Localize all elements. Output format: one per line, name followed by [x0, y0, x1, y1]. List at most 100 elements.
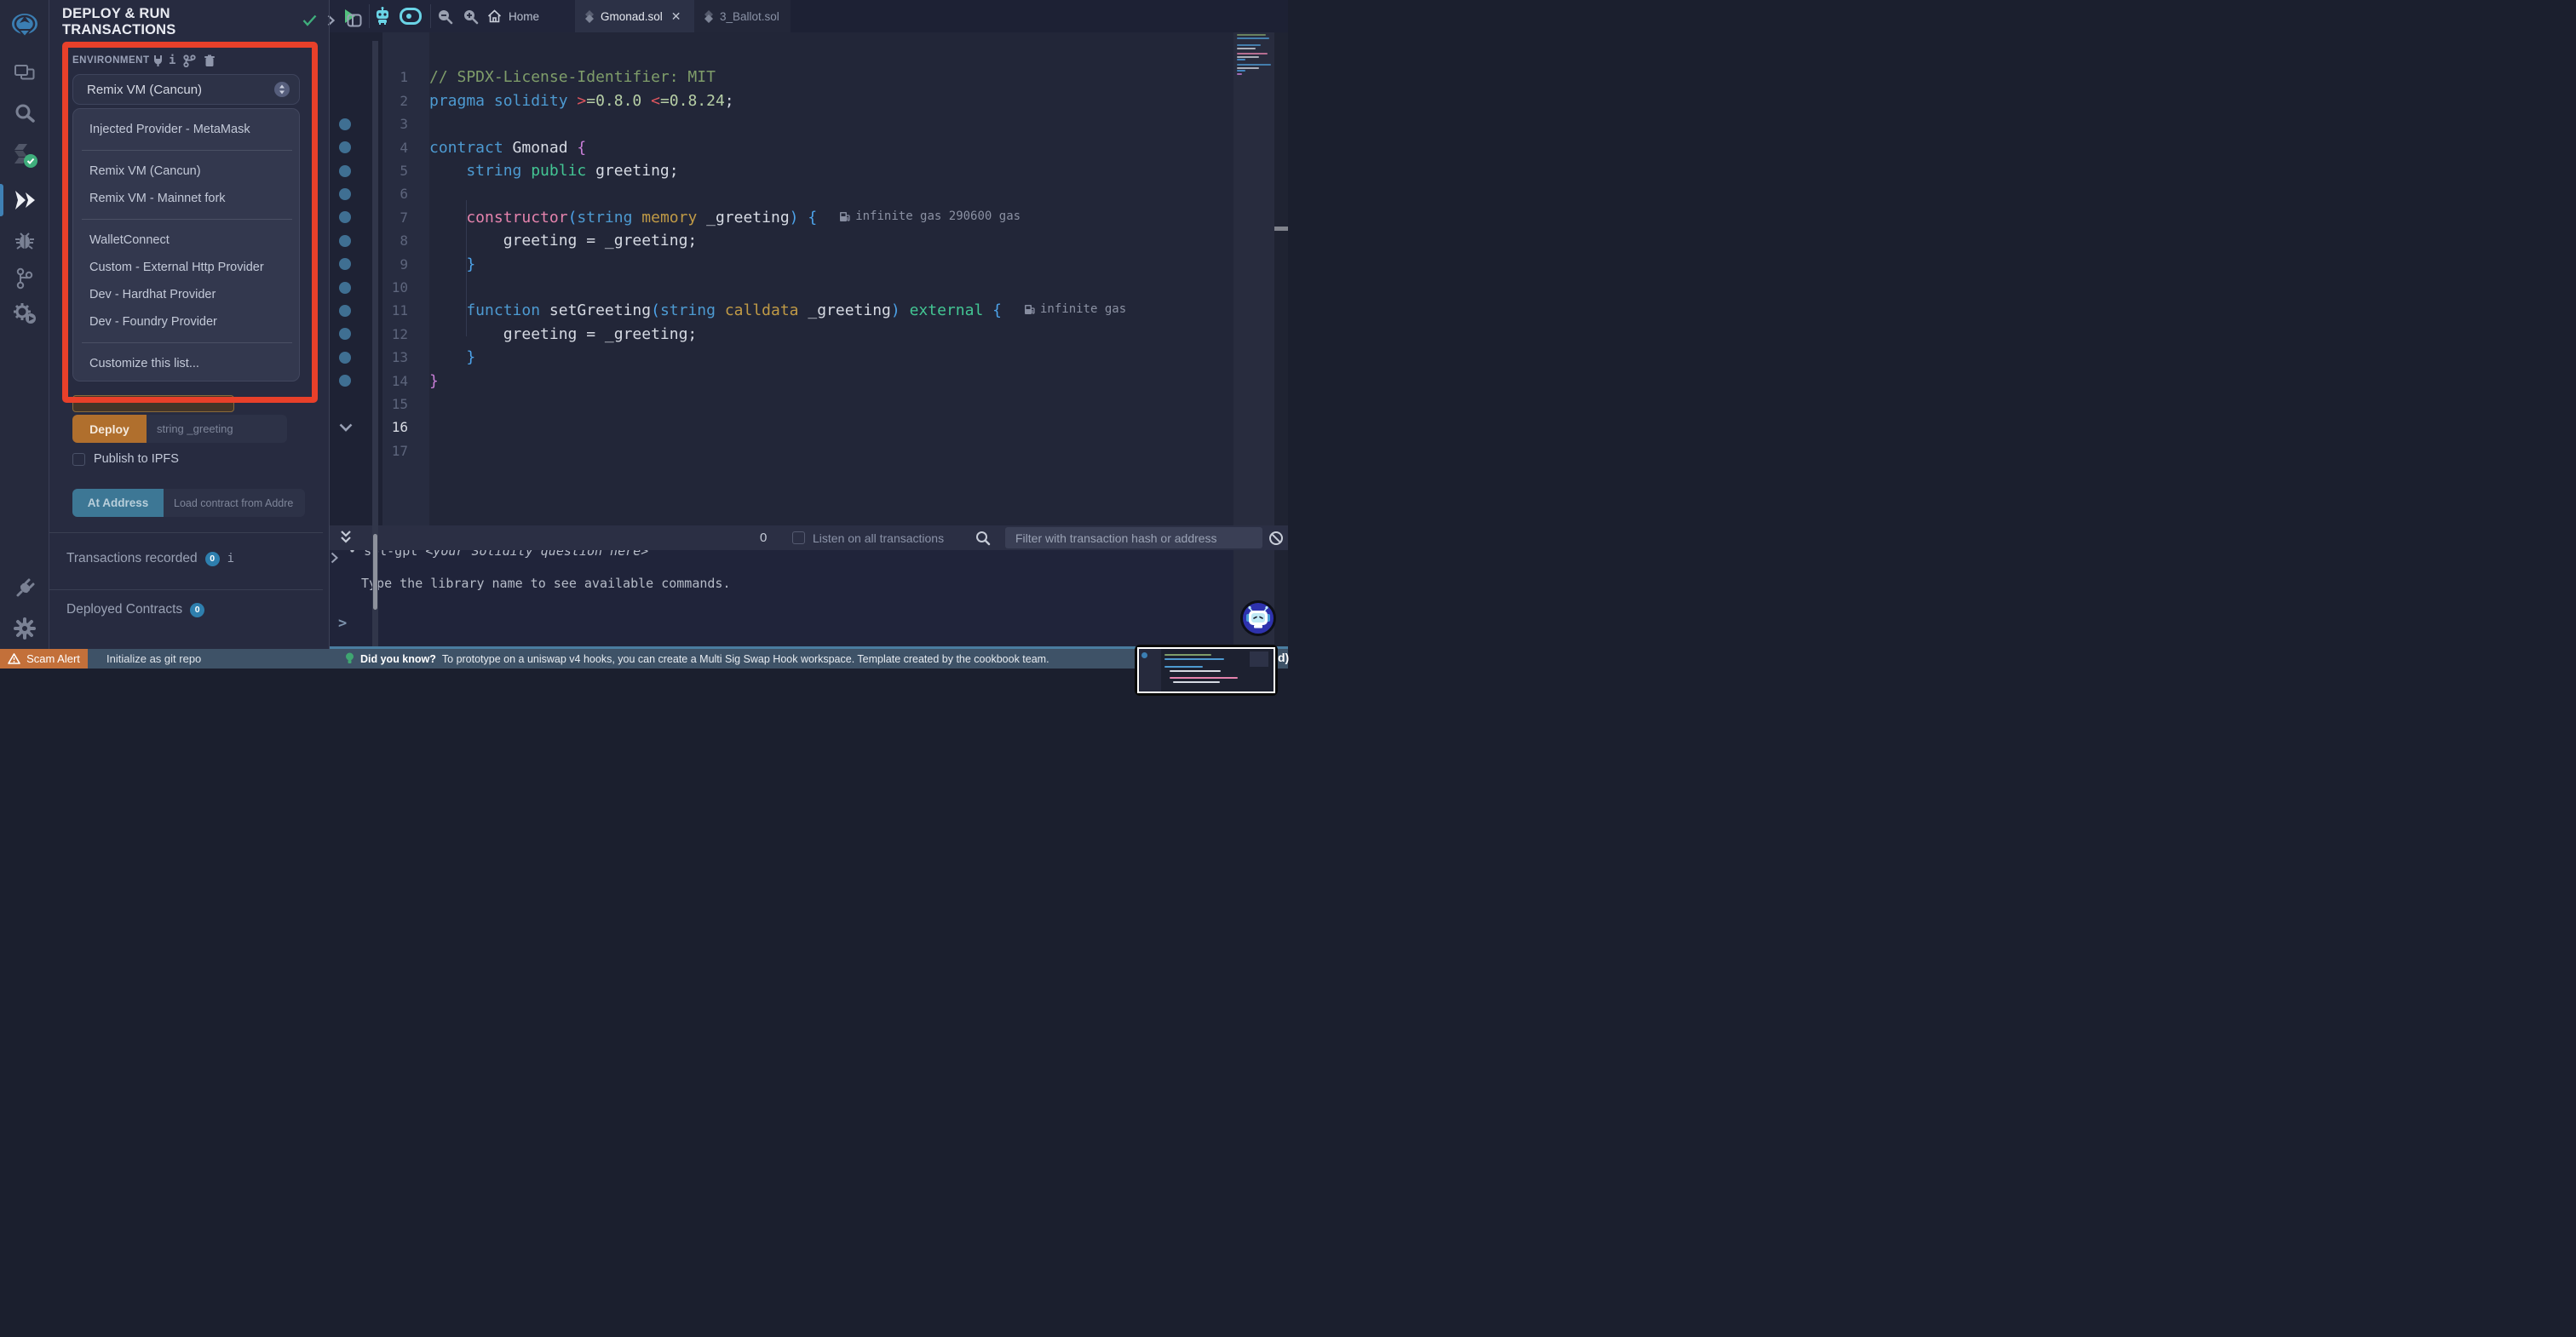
ai-robot-face-icon [1246, 605, 1270, 628]
git-init-button[interactable]: Initialize as git repo [106, 649, 201, 668]
deployed-contracts-section[interactable]: Deployed Contracts 0 [66, 602, 205, 617]
minimap-line [1237, 37, 1269, 39]
obscured-button[interactable] [72, 395, 234, 412]
activity-bar [0, 0, 49, 649]
code-text: pragma solidity >=0.8.0 <=0.8.24; [429, 91, 734, 110]
publish-to-ipfs-checkbox[interactable] [72, 452, 85, 466]
env-fork-icon[interactable] [183, 54, 196, 67]
at-address-button[interactable]: At Address [72, 489, 164, 517]
code-editor[interactable]: 1 // SPDX-License-Identifier: MIT 2 pragma … [329, 32, 1288, 525]
code-text: greeting = _greeting; [429, 324, 698, 343]
env-menu-item[interactable]: Remix VM (Cancun) [73, 160, 299, 182]
tab-gmonad-sol[interactable]: Gmonad.sol ✕ [575, 0, 694, 32]
transactions-expand-chevron-icon[interactable] [331, 552, 338, 568]
env-menu-item[interactable]: Customize this list... [73, 353, 299, 375]
listen-all-transactions-label: Listen on all transactions [813, 531, 945, 545]
env-menu-item[interactable]: Dev - Hardhat Provider [73, 284, 299, 306]
code-line: 5 string public greeting; [329, 159, 1274, 182]
clear-console-icon[interactable] [1268, 531, 1284, 550]
terminal-expand-icon[interactable] [340, 529, 352, 550]
gas-estimate-annotation: infinite gas 290600 gas [839, 209, 1021, 223]
environment-selected-value: Remix VM (Cancun) [87, 82, 203, 97]
screen-share-thumbnail[interactable] [1135, 645, 1278, 696]
solidity-file-icon [704, 9, 713, 23]
panel-title: DEPLOY & RUN TRANSACTIONS [62, 6, 176, 37]
file-explorer-icon[interactable] [0, 55, 49, 89]
solidity-analyzers-icon[interactable] [0, 296, 49, 330]
deploy-expand-chevron-icon[interactable] [339, 421, 353, 436]
terminal-line-solgpt: • sol-gpt <your Solidity question here> [348, 550, 649, 559]
deploy-run-icon[interactable] [0, 183, 49, 217]
zoom-in-icon[interactable] [458, 0, 482, 32]
code-text: } [429, 255, 476, 273]
tabbar-empty-space [791, 0, 1288, 32]
code-line: 17 [329, 439, 1274, 462]
pin-panel-icon[interactable] [347, 12, 362, 29]
home-tab[interactable]: Home [487, 0, 539, 32]
code-line: 9 } [329, 253, 1274, 276]
env-menu-item[interactable]: Injected Provider - MetaMask [73, 118, 299, 141]
env-menu-item[interactable]: Dev - Foundry Provider [73, 311, 299, 333]
code-line: 2 pragma solidity >=0.8.0 <=0.8.24; [329, 89, 1274, 112]
settings-gear-icon[interactable] [0, 611, 49, 646]
ai-toggle-button[interactable] [397, 0, 424, 32]
terminal-prompt: > [338, 615, 348, 632]
code-line: 6 [329, 182, 1274, 205]
code-line: 8 greeting = _greeting; [329, 229, 1274, 252]
gutter-dot [339, 211, 351, 224]
debugger-icon[interactable] [0, 224, 49, 258]
panel-editor-divider[interactable] [329, 0, 330, 649]
transaction-filter-input[interactable] [1005, 527, 1262, 548]
tip-title: Did you know? [360, 652, 436, 665]
editor-scrollbar-thumb[interactable] [1274, 227, 1288, 231]
scam-alert-badge[interactable]: Scam Alert [0, 649, 88, 668]
gutter-dot [339, 304, 351, 317]
line-number: 4 [400, 139, 408, 156]
environment-select[interactable]: Remix VM (Cancun) [72, 74, 300, 105]
line-number: 3 [400, 116, 408, 133]
terminal-output[interactable]: • sol-gpt <your Solidity question here> … [330, 550, 1288, 647]
at-address-input[interactable] [164, 489, 305, 517]
terminal-line-help: Type the library name to see available c… [361, 576, 731, 591]
line-number: 17 [391, 442, 408, 459]
git-icon[interactable] [0, 261, 49, 296]
remix-ai-robot-button[interactable] [370, 0, 395, 32]
home-label: Home [509, 9, 540, 23]
minimap-line [1237, 34, 1266, 36]
plugin-manager-icon[interactable] [0, 571, 49, 605]
menu-divider [82, 342, 292, 343]
terminal-search-icon[interactable] [975, 531, 991, 550]
tab-close-icon[interactable]: ✕ [671, 9, 681, 24]
env-menu-item[interactable]: Custom - External Http Provider [73, 256, 299, 278]
gutter-dot [339, 328, 351, 341]
home-icon [487, 9, 502, 23]
env-delete-icon[interactable] [204, 54, 216, 67]
deploy-button[interactable]: Deploy [72, 415, 147, 443]
env-plug-icon[interactable] [152, 54, 164, 67]
minimap[interactable] [1233, 32, 1274, 656]
env-menu-item[interactable]: WalletConnect [73, 229, 299, 251]
status-bar: Scam Alert Initialize as git repo Did yo… [0, 649, 1289, 668]
env-menu-item[interactable]: Remix VM - Mainnet fork [73, 187, 299, 209]
deployed-contracts-label: Deployed Contracts [66, 602, 183, 617]
ai-assistant-button[interactable] [1240, 600, 1276, 636]
minimap-line [1237, 44, 1261, 46]
line-number: 12 [391, 325, 408, 342]
panel-scrollbar-thumb[interactable] [373, 534, 377, 610]
search-icon[interactable] [0, 96, 49, 130]
publish-to-ipfs-row: Publish to IPFS [72, 452, 179, 466]
listen-all-transactions-checkbox[interactable] [792, 531, 805, 544]
remix-logo-icon[interactable] [0, 9, 49, 43]
transactions-info-icon[interactable]: i [227, 552, 234, 565]
deploy-argument-input[interactable] [147, 415, 287, 443]
transactions-recorded-section[interactable]: Transactions recorded 0 i [66, 551, 234, 566]
code-line: 3 [329, 112, 1274, 135]
env-info-icon[interactable]: i [169, 54, 175, 67]
solidity-compiler-icon[interactable] [0, 139, 49, 173]
tab-3-ballot-sol[interactable]: 3_Ballot.sol [694, 0, 791, 32]
select-sort-icon [274, 82, 290, 97]
zoom-out-icon[interactable] [433, 0, 457, 32]
editor-scrollbar-track[interactable] [1274, 32, 1288, 649]
code-line: 1 // SPDX-License-Identifier: MIT [329, 66, 1274, 89]
gutter-dot [339, 351, 351, 364]
